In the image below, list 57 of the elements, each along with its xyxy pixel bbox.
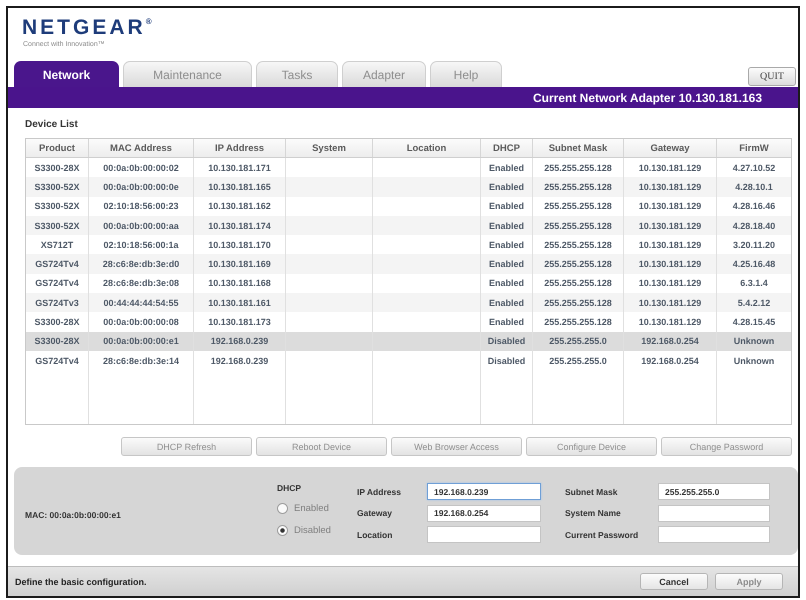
table-cell-text: 6.3.1.4 (739, 277, 769, 290)
table-row[interactable]: XS712T 02:10:18:56:00:1a 10.130.181.170 Enabled 255.255.255.128 10.130.181.129 3.20.11.20 (26, 235, 791, 254)
field-label: Gateway (357, 508, 393, 518)
field-label: Location (357, 530, 394, 540)
field-label: Current Password (565, 530, 640, 540)
input-field[interactable] (658, 526, 770, 543)
status-message: Define the basic configuration. (15, 576, 147, 586)
table-cell: GS724Tv4 (26, 350, 89, 370)
input-field[interactable] (658, 504, 770, 522)
table-row[interactable]: GS724Tv3 00:44:44:44:54:55 10.130.181.161 Enabled 255.255.255.128 10.130.181.129 5.4.2.12 (26, 293, 791, 312)
current-adapter-text: Current Network Adapter 10.130.181.163 (533, 90, 762, 104)
table-cell-text: Unknown (732, 335, 776, 348)
table-cell-text: 3.20.11.20 (732, 238, 776, 252)
logo-wordmark: NETGEAR$^{®}$ (22, 17, 152, 39)
table-cell-text: 4.28.15.45 (732, 316, 776, 330)
dhcp-label: DHCP (277, 483, 302, 495)
table-cell-text: 4.28.16.46 (732, 200, 776, 214)
input-field[interactable]: 192.168.0.239 (427, 483, 541, 500)
column-header[interactable]: Subnet Mask (533, 139, 624, 157)
table-row[interactable]: S3300-28X 00:0a:0b:00:00:02 10.130.181.171 Enabled 255.255.255.128 10.130.181.129 4.27.10.52 (26, 158, 791, 178)
column-header[interactable]: Gateway (624, 139, 717, 157)
table-cell: 192.168.0.239 (194, 350, 286, 370)
column-header[interactable]: IP Address (194, 139, 286, 157)
device-list-title: Device List (25, 119, 78, 131)
input-field[interactable]: 255.255.255.0 (658, 483, 770, 500)
column-header[interactable]: DHCP (481, 139, 533, 157)
field-label: Subnet Mask (565, 486, 618, 496)
column-header[interactable]: MAC Address (89, 139, 194, 157)
table-cell: Disabled (481, 350, 533, 370)
dialog-button[interactable]: Cancel (640, 573, 708, 590)
input-field[interactable] (427, 526, 541, 543)
column-header[interactable]: FirmW (717, 139, 791, 157)
column-header[interactable]: Product (26, 139, 89, 157)
radio-icon[interactable] (277, 524, 288, 536)
column-header[interactable]: System (286, 139, 373, 157)
table-cell-text: Unknown (732, 354, 776, 368)
field-label: IP Address (357, 486, 402, 496)
field-label: System Name (565, 508, 622, 518)
table-cell-text: 5.4.2.12 (736, 296, 772, 310)
table-cell: 28:c6:8e:db:3e:14 (89, 350, 194, 370)
quit-button[interactable]: QUIT (748, 66, 796, 86)
column-header[interactable]: Location (373, 139, 481, 157)
table-cell-text: 4.25.16.48 (732, 258, 776, 272)
radio-icon[interactable] (277, 502, 288, 514)
table-row[interactable]: S3300-52X 00:0a:0b:00:00:0e 10.130.181.165 Enabled 255.255.255.128 10.130.181.129 4.28.10.1 (26, 177, 791, 197)
table-row[interactable]: S3300-52X 02:10:18:56:00:23 10.130.181.162 Enabled 255.255.255.128 10.130.181.129 4.28.16.46 (26, 196, 791, 216)
table-cell: 255.255.255.0 (533, 350, 624, 370)
table-cell: 192.168.0.254 (624, 350, 717, 370)
table-cell-text: 4.28.10.1 (734, 180, 774, 194)
table-cell-text: 4.27.10.52 (732, 162, 776, 175)
table-row[interactable]: S3300-28X 00:0a:0b:00:00:e1 192.168.0.239 Disabled 255.255.255.0 192.168.0.254 Unknown (26, 332, 791, 351)
table-row[interactable]: GS724Tv4 28:c6:8e:db:3e:d0 10.130.181.169 Enabled 255.255.255.128 10.130.181.129 4.25.16.48 (26, 254, 791, 274)
input-field[interactable]: 192.168.0.254 (427, 504, 541, 522)
table-cell-text: 4.28.18.40 (732, 220, 776, 233)
table-row[interactable]: S3300-52X 00:0a:0b:00:00:aa 10.130.181.174 Enabled 255.255.255.128 10.130.181.129 4.28.18.40 (26, 216, 791, 236)
mac-address-text: MAC: 00:0a:0b:00:00:e1 (25, 510, 121, 520)
nav-tab[interactable]: Network (14, 61, 119, 87)
